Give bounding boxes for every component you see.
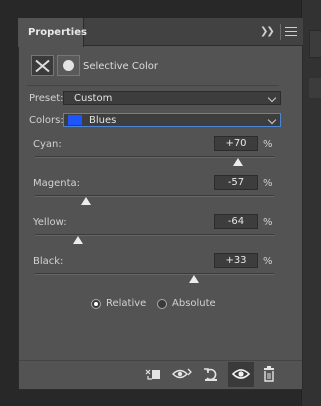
cyan-slider-thumb[interactable]	[233, 158, 244, 166]
black-value-field[interactable]: +33	[214, 253, 258, 268]
cyan-value-field[interactable]: +70	[214, 136, 258, 151]
trash-icon[interactable]	[259, 364, 279, 384]
percent-unit: %	[263, 139, 273, 150]
magenta-value-field[interactable]: -57	[214, 175, 258, 190]
visibility-eye-icon[interactable]	[231, 364, 251, 384]
chevron-down-icon	[267, 115, 277, 125]
color-swatch	[68, 115, 82, 125]
absolute-label[interactable]: Absolute	[172, 298, 216, 309]
preset-label: Preset:	[29, 93, 64, 104]
colors-dropdown[interactable]: Blues	[63, 113, 281, 127]
colors-value: Blues	[89, 115, 117, 126]
header-divider	[27, 85, 279, 86]
layer-mask-icon[interactable]	[57, 55, 80, 76]
reset-icon[interactable]	[201, 364, 221, 384]
adjustment-layer-icon[interactable]	[31, 55, 54, 76]
slider-label-black: Black:	[33, 256, 64, 267]
collapse-panel-icon[interactable]: ❯❯	[260, 26, 275, 40]
absolute-radio[interactable]	[157, 299, 167, 309]
collapsed-panel-button[interactable]	[309, 30, 321, 58]
tab-divider	[280, 24, 281, 40]
slider-label-magenta: Magenta:	[33, 178, 81, 189]
slider-label-yellow: Yellow:	[33, 217, 67, 228]
slider-label-cyan: Cyan:	[33, 139, 62, 150]
magenta-slider-thumb[interactable]	[81, 197, 92, 205]
preset-dropdown[interactable]: Custom	[63, 91, 281, 105]
chevron-down-icon	[267, 93, 277, 103]
preset-value: Custom	[74, 93, 113, 104]
view-previous-state-icon[interactable]	[171, 364, 192, 384]
percent-unit: %	[263, 178, 273, 189]
relative-radio[interactable]	[91, 299, 101, 309]
magenta-slider-track[interactable]	[35, 195, 274, 197]
tab-properties[interactable]: Properties	[18, 18, 87, 47]
adjustment-title: Selective Color	[83, 61, 158, 72]
black-slider-track[interactable]	[35, 273, 274, 275]
adjacent-panel-edge	[301, 0, 321, 406]
panel-menu-icon[interactable]	[285, 27, 297, 37]
percent-unit: %	[263, 256, 273, 267]
toolbar-divider	[19, 360, 302, 361]
colors-label: Colors:	[29, 115, 64, 126]
percent-unit: %	[263, 217, 273, 228]
yellow-slider-track[interactable]	[35, 234, 274, 236]
relative-label[interactable]: Relative	[106, 298, 146, 309]
black-slider-thumb[interactable]	[188, 275, 199, 283]
clip-to-layer-icon[interactable]	[143, 364, 163, 384]
yellow-value-field[interactable]: -64	[214, 214, 258, 229]
collapsed-panel-button[interactable]	[309, 78, 321, 98]
yellow-slider-thumb[interactable]	[73, 236, 84, 244]
